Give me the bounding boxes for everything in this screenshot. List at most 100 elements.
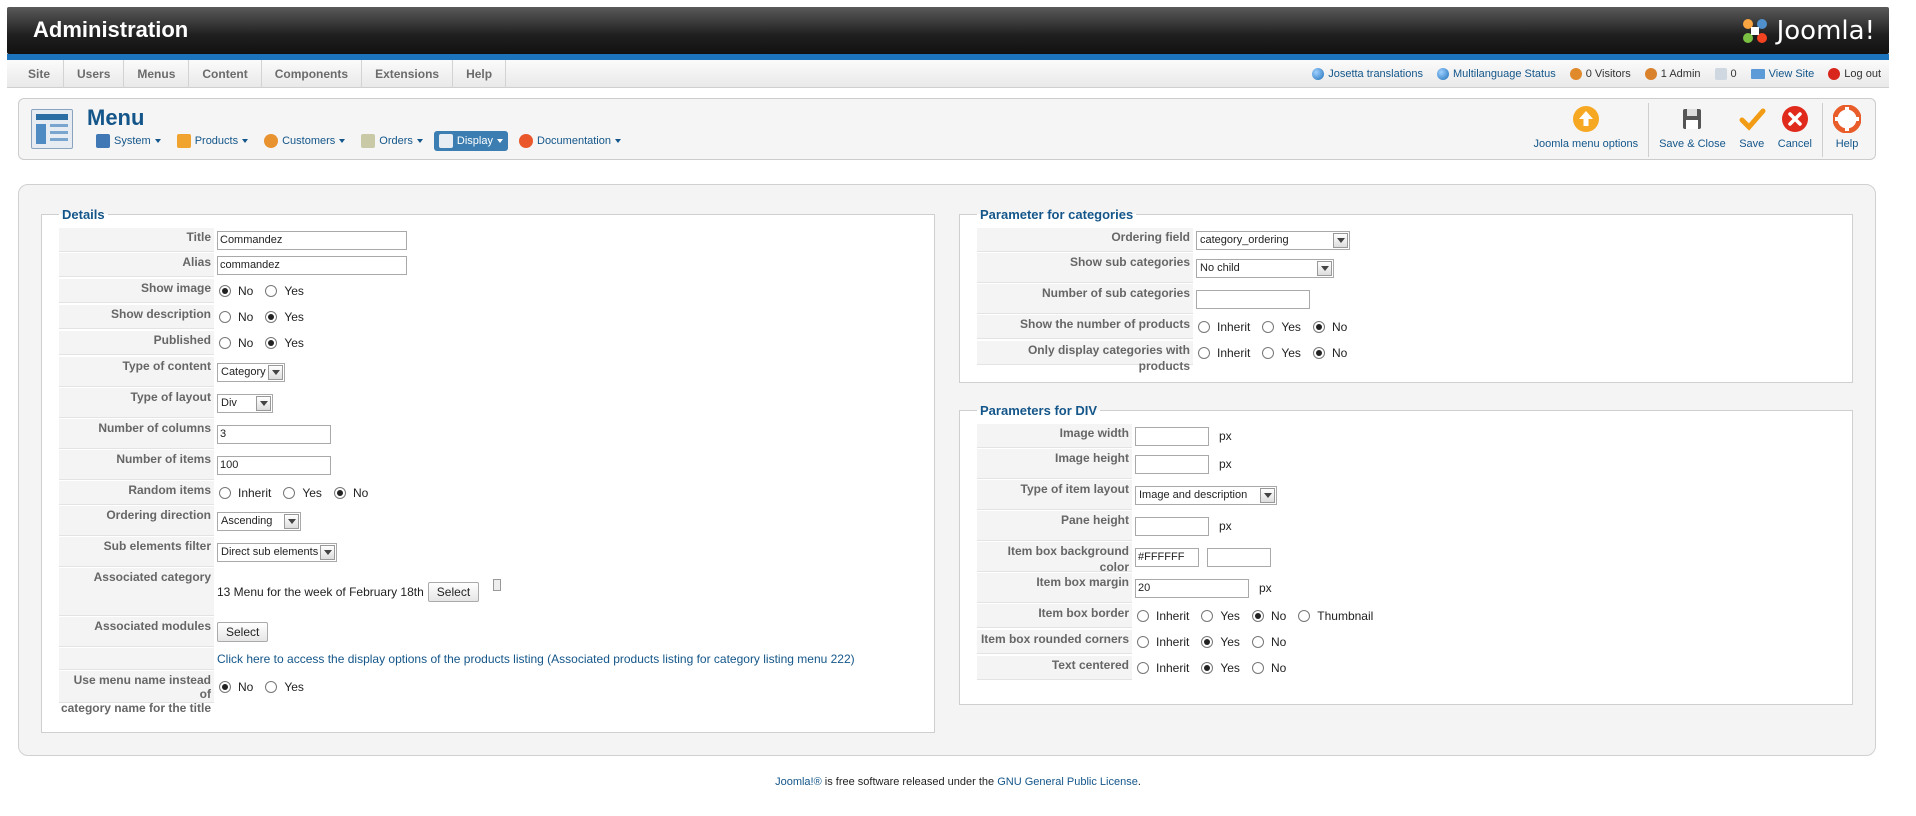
sub-filter-select[interactable]: Direct sub elements [217,542,337,562]
menu-users[interactable]: Users [64,60,125,88]
show-num-yes-radio[interactable] [1262,321,1275,333]
centered-yes-radio[interactable] [1201,662,1214,674]
joomla-menu-options-button[interactable]: Joomla menu options [1528,105,1645,155]
chevron-down-icon [1260,487,1275,503]
random-yes-radio[interactable] [283,487,296,499]
image-height-input[interactable] [1135,454,1209,474]
cancel-button[interactable]: Cancel [1772,105,1818,155]
menu-site[interactable]: Site [15,60,65,88]
bg-color-input[interactable] [1135,547,1199,567]
div-fieldset: Parameters for DIV Image width px Image … [959,403,1853,705]
user-icon [1644,68,1657,80]
menu-menus[interactable]: Menus [124,60,190,88]
row-border: Item box border Inherit Yes No Thumbnail [977,604,1379,628]
submenu-products[interactable]: Products [172,131,253,151]
row-show-num-products: Show the number of products Inherit Yes … [977,315,1353,339]
arrow-up-icon [1572,106,1599,132]
menu-help[interactable]: Help [453,60,507,88]
help-button[interactable]: Help [1827,105,1867,155]
josetta-translations-link[interactable]: Josetta translations [1312,68,1423,80]
submenu-orders[interactable]: Orders [356,131,428,151]
edit-icon[interactable] [493,579,502,591]
assoc-modules-select-button[interactable]: Select [217,622,269,642]
use-menu-name-yes-radio[interactable] [265,681,278,693]
details-legend: Details [62,207,105,222]
title-input[interactable] [217,230,407,250]
chevron-down-icon [268,364,283,380]
row-ordering-field: Ordering field category_ordering [977,228,1350,252]
display-options-link[interactable]: Click here to access the display options… [217,652,855,666]
show-image-no-radio[interactable] [219,285,231,297]
chevron-down-icon [284,513,299,529]
show-sub-select[interactable]: No child [1196,258,1334,278]
color-swatch[interactable] [1207,547,1271,567]
type-content-select[interactable]: Category [217,362,285,382]
rounded-yes-radio[interactable] [1201,636,1214,648]
submenu-customers[interactable]: Customers [259,131,350,151]
show-image-yes-radio[interactable] [265,285,278,297]
random-inherit-radio[interactable] [219,487,231,499]
type-layout-select[interactable]: Div [217,393,273,413]
row-title: Title [59,228,407,252]
border-thumbnail-radio[interactable] [1298,610,1311,622]
div-legend: Parameters for DIV [980,403,1098,418]
random-no-radio[interactable] [333,487,346,499]
box-icon [176,134,191,148]
ordering-field-select[interactable]: category_ordering [1196,230,1350,250]
submenu-documentation[interactable]: Documentation [514,131,626,151]
ordering-direction-select[interactable]: Ascending [217,511,301,531]
use-menu-name-no-radio[interactable] [219,681,231,693]
floppy-icon [1683,109,1702,129]
centered-no-radio[interactable] [1251,662,1264,674]
num-sub-input[interactable] [1196,289,1310,309]
row-image-height: Image height px [977,449,1232,479]
submenu-system[interactable]: System [91,131,166,151]
view-site-link[interactable]: View Site [1750,68,1814,80]
joomla-link[interactable]: Joomla!® [775,776,822,788]
item-layout-select[interactable]: Image and description [1135,485,1277,505]
published-yes-radio[interactable] [265,337,278,349]
save-close-button[interactable]: Save & Close [1653,105,1732,155]
chevron-down-icon [1333,232,1348,248]
border-inherit-radio[interactable] [1137,610,1149,622]
row-assoc-modules: Associated modules Select [59,617,269,647]
show-num-inherit-radio[interactable] [1198,321,1210,333]
submenu-display[interactable]: Display [433,131,508,151]
rounded-no-radio[interactable] [1251,636,1264,648]
centered-inherit-radio[interactable] [1137,662,1149,674]
image-width-input[interactable] [1135,426,1209,446]
messages-count[interactable]: 0 [1714,68,1737,80]
assoc-category-select-button[interactable]: Select [427,582,480,602]
menu-content[interactable]: Content [189,60,262,88]
multilanguage-status-link[interactable]: Multilanguage Status [1436,68,1556,80]
border-no-radio[interactable] [1251,610,1264,622]
save-button[interactable]: Save [1732,105,1772,155]
alias-input[interactable] [217,255,407,275]
margin-input[interactable] [1135,578,1249,598]
show-num-no-radio[interactable] [1312,321,1325,333]
row-num-items: Number of items [59,450,331,480]
only-display-inherit-radio[interactable] [1198,347,1210,359]
show-description-yes-radio[interactable] [265,311,278,323]
only-display-no-radio[interactable] [1312,347,1325,359]
menu-extensions[interactable]: Extensions [362,60,454,88]
row-show-description: Show description No Yes [59,305,310,329]
check-icon [1739,108,1766,131]
pane-height-input[interactable] [1135,516,1209,536]
show-description-no-radio[interactable] [219,311,231,323]
component-submenu: System Products Customers Orders Display… [91,131,626,151]
logout-link[interactable]: Log out [1828,68,1881,80]
rounded-inherit-radio[interactable] [1137,636,1149,648]
row-bg-color: Item box background color [977,542,1271,574]
menu-components[interactable]: Components [262,60,363,88]
lifebuoy-icon [519,134,533,148]
joomla-brand-text: Joomla! [1776,16,1875,46]
published-no-radio[interactable] [219,337,231,349]
num-items-input[interactable] [217,455,331,475]
chevron-down-icon [256,395,271,411]
gpl-link[interactable]: GNU General Public License [997,776,1138,788]
border-yes-radio[interactable] [1201,610,1214,622]
joomla-brand: Joomla! [1739,15,1875,47]
num-columns-input[interactable] [217,424,331,444]
only-display-yes-radio[interactable] [1262,347,1275,359]
